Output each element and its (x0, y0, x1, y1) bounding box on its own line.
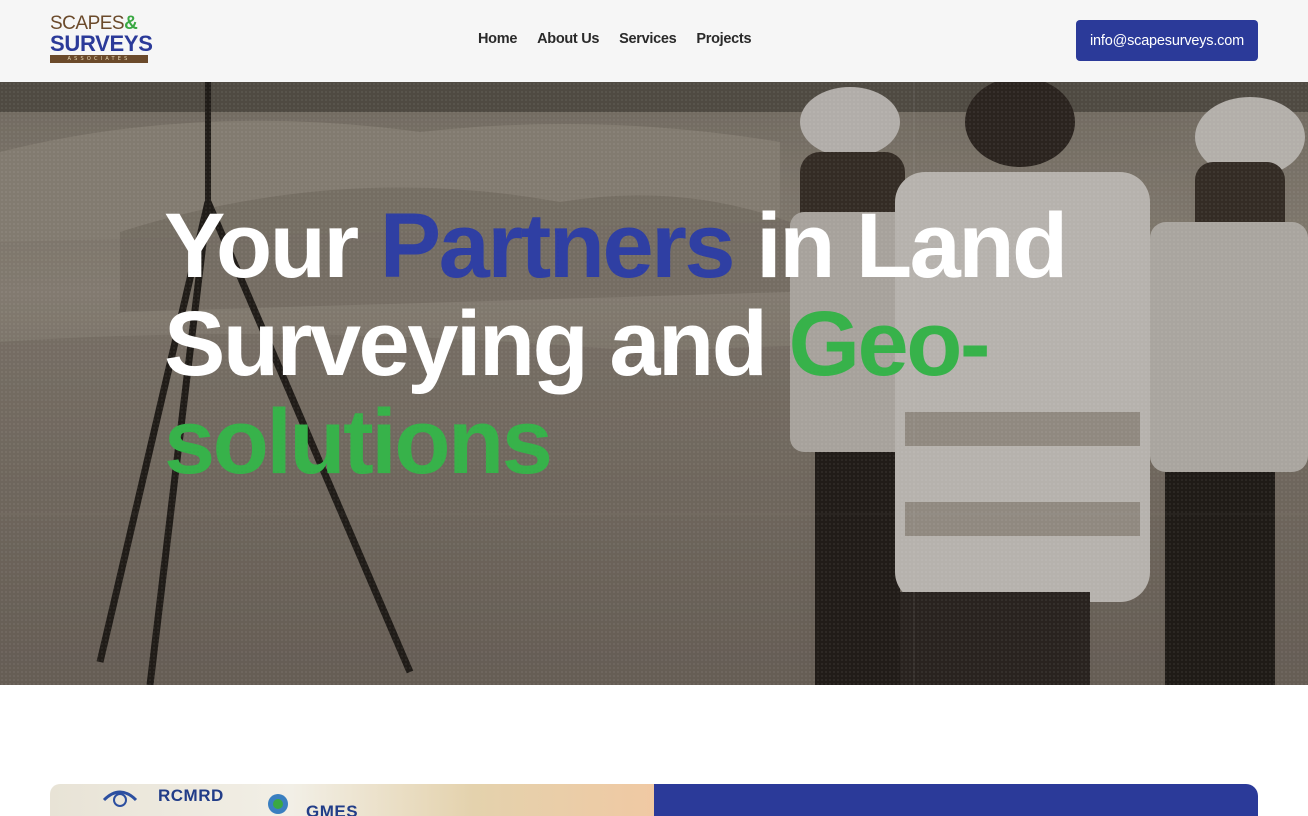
nav-about-us[interactable]: About Us (537, 31, 599, 47)
site-header: SCAPES& SURVEYS ASSOCIATES Home About Us… (0, 0, 1308, 82)
hero-headline: Your Partners in Land Surveying and Geo-… (164, 197, 1144, 491)
email-contact-button[interactable]: info@scapesurveys.com (1076, 20, 1258, 61)
about-image: RCMRD GMES (50, 784, 654, 816)
headline-partners: Partners (379, 195, 736, 297)
logo-line-associates: ASSOCIATES (50, 55, 148, 63)
headline-part-1: Your (164, 195, 380, 297)
hero-section: Your Partners in Land Surveying and Geo-… (0, 82, 1308, 685)
logo-line-surveys: SURVEYS (50, 31, 153, 56)
nav-projects[interactable]: Projects (696, 31, 751, 47)
nav-home[interactable]: Home (478, 31, 517, 47)
rcmrd-emblem-icon (102, 790, 138, 807)
about-panel (654, 784, 1258, 816)
main-nav: Home About Us Services Projects (478, 31, 752, 47)
nav-services[interactable]: Services (619, 31, 677, 47)
gmes-badge: GMES (306, 802, 359, 816)
company-logo[interactable]: SCAPES& SURVEYS ASSOCIATES (50, 14, 153, 68)
rcmrd-badge: RCMRD (158, 786, 224, 805)
gmes-globe-icon (268, 794, 288, 814)
